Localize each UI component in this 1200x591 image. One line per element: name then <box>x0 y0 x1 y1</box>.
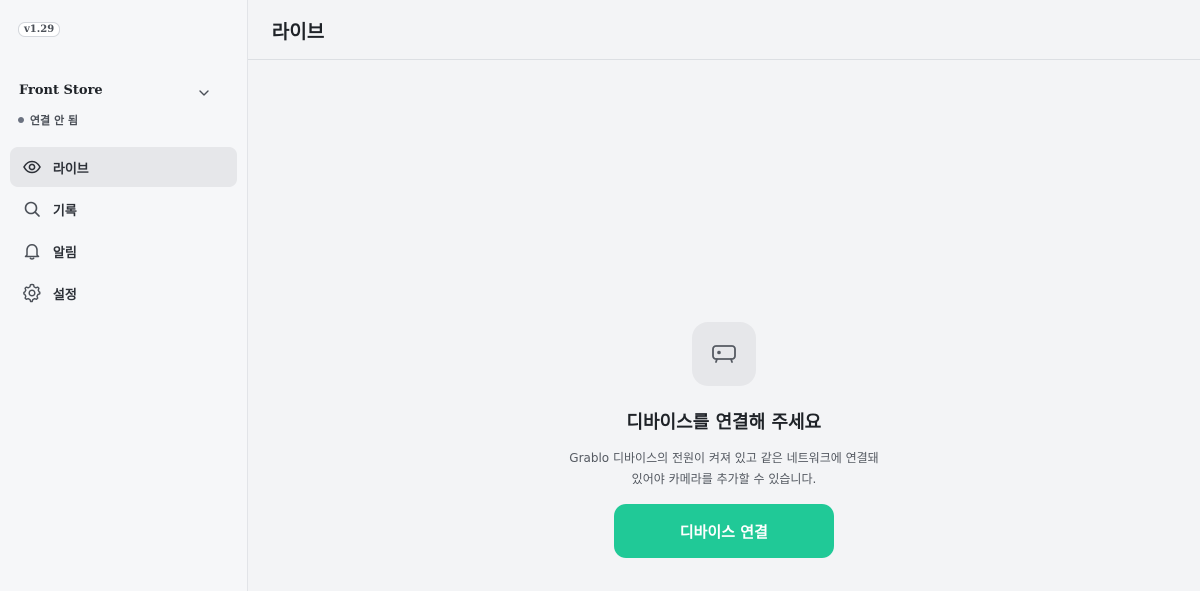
sidebar-nav: 라이브 기록 알림 설정 <box>10 147 237 315</box>
empty-state: 디바이스를 연결해 주세요 Grablo 디바이스의 전원이 켜져 있고 같은 … <box>248 322 1200 558</box>
empty-state-description-line: 있어야 카메라를 추가할 수 있습니다. <box>631 472 817 486</box>
connect-device-button[interactable]: 디바이스 연결 <box>614 504 834 558</box>
sidebar-item-history[interactable]: 기록 <box>10 189 237 229</box>
sidebar: v1.29 Front Store 연결 안 됨 라이브 기록 알림 설정 <box>0 0 248 591</box>
top-bar: 라이브 <box>248 0 1200 60</box>
sidebar-item-alerts[interactable]: 알림 <box>10 231 237 271</box>
status-text: 연결 안 됨 <box>30 114 79 127</box>
sidebar-item-live[interactable]: 라이브 <box>10 147 237 187</box>
status-dot <box>18 117 24 123</box>
search-icon <box>22 199 42 219</box>
bell-icon <box>22 241 42 261</box>
gear-icon <box>22 283 42 303</box>
empty-state-description: Grablo 디바이스의 전원이 켜져 있고 같은 네트워크에 연결돼 있어야 … <box>544 448 904 490</box>
device-icon <box>692 322 756 386</box>
main-content: 라이브 디바이스를 연결해 주세요 Grablo 디바이스의 전원이 켜져 있고… <box>248 0 1200 591</box>
sidebar-item-label: 라이브 <box>53 161 89 177</box>
sidebar-item-label: 설정 <box>53 287 77 303</box>
version-badge: v1.29 <box>18 22 61 37</box>
sidebar-item-label: 기록 <box>53 203 77 219</box>
connection-status: 연결 안 됨 <box>18 112 78 128</box>
empty-state-title: 디바이스를 연결해 주세요 <box>626 412 822 433</box>
chevron-down-icon[interactable] <box>197 85 211 99</box>
page-title: 라이브 <box>272 21 325 43</box>
store-name[interactable]: Front Store <box>19 83 103 98</box>
eye-icon <box>22 157 42 177</box>
sidebar-item-label: 알림 <box>53 245 77 261</box>
sidebar-item-settings[interactable]: 설정 <box>10 273 237 313</box>
empty-state-description-line: Grablo 디바이스의 전원이 켜져 있고 같은 네트워크에 연결돼 <box>569 451 879 465</box>
